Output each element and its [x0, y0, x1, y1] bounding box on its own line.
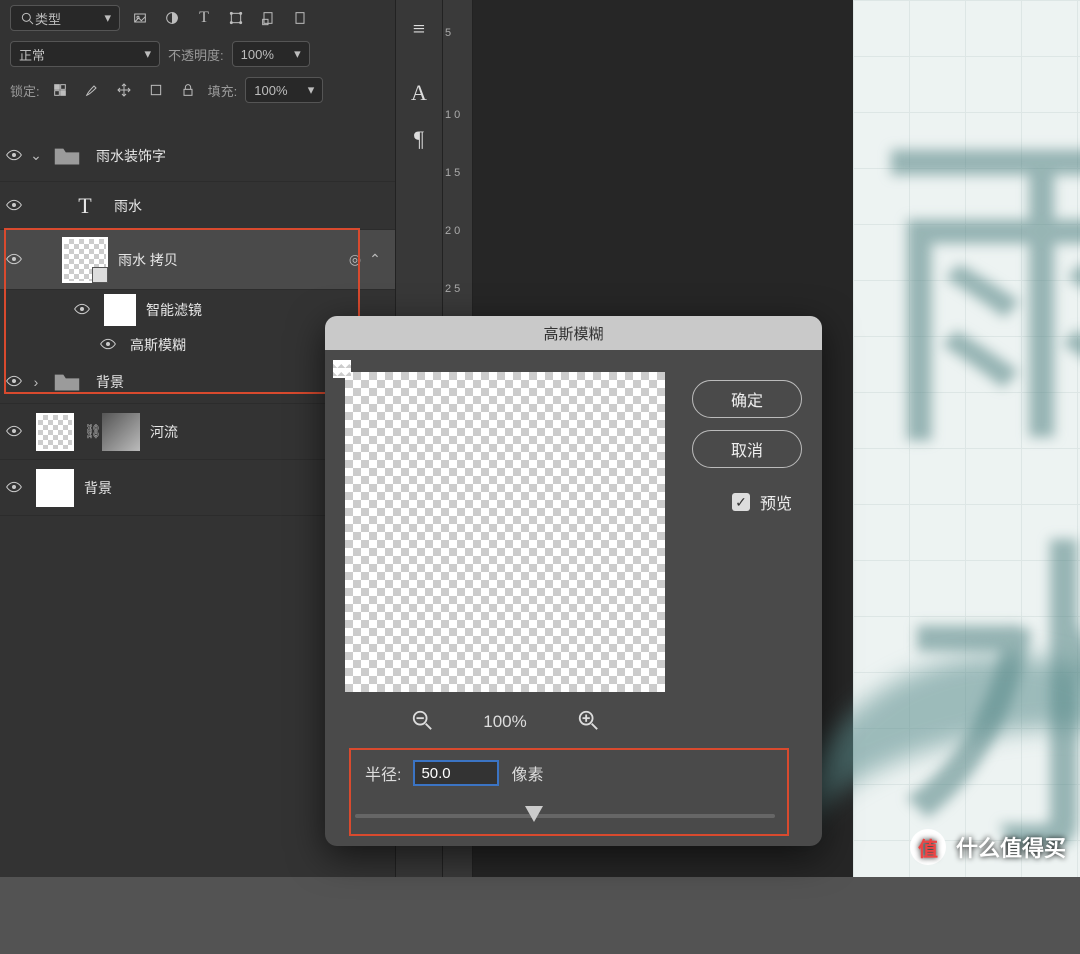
layer-name: 雨水: [114, 196, 385, 216]
filter-name: 高斯模糊: [130, 335, 186, 355]
radius-input[interactable]: [413, 760, 499, 786]
blend-mode-dropdown[interactable]: 正常 ▾: [10, 41, 160, 67]
watermark: 值 什么值得买: [910, 829, 1066, 865]
zoom-in-button[interactable]: [577, 709, 599, 736]
filter-shape-icon[interactable]: [224, 7, 248, 29]
filter-adjust-icon[interactable]: [160, 7, 184, 29]
visibility-toggle[interactable]: [70, 302, 94, 318]
checkbox-icon[interactable]: ✓: [732, 493, 750, 511]
filter-type-dropdown[interactable]: 类型 ▾: [10, 5, 120, 31]
visibility-toggle[interactable]: [0, 252, 28, 268]
layer-filter-row: 类型 ▾ T: [0, 0, 395, 36]
zoom-percent: 100%: [483, 712, 526, 732]
radius-label: 半径:: [365, 761, 401, 785]
smart-filter-icon[interactable]: ◎: [345, 251, 365, 268]
lock-move-icon[interactable]: [112, 79, 136, 101]
collapse-icon[interactable]: ⌃: [365, 251, 385, 268]
preview-corner: [333, 360, 351, 378]
radius-slider[interactable]: [355, 804, 775, 828]
filter-pixel-icon[interactable]: [128, 7, 152, 29]
dialog-preview[interactable]: [345, 372, 665, 692]
slider-track: [355, 814, 775, 818]
mask-thumb[interactable]: [102, 413, 140, 451]
fill-input[interactable]: 100% ▾: [245, 77, 323, 103]
layer-name: 雨水 拷贝: [118, 250, 345, 270]
layer-smart-rain-copy[interactable]: 雨水 拷贝 ◎ ⌃: [0, 230, 395, 290]
smart-filter-label: 智能滤镜: [146, 300, 202, 320]
filter-mask-thumb[interactable]: [104, 294, 136, 326]
lock-artboard-icon[interactable]: [144, 79, 168, 101]
group-twisty-icon[interactable]: ⌄: [28, 147, 44, 164]
gaussian-blur-dialog: 高斯模糊 确定 取消 ✓ 预览 100% 半径: 像素: [325, 316, 822, 846]
zoom-out-button[interactable]: [411, 709, 433, 736]
radius-unit: 像素: [511, 761, 543, 785]
opacity-input[interactable]: 100% ▾: [232, 41, 310, 67]
visibility-toggle[interactable]: [96, 337, 120, 353]
ruler-tick: 2 0: [445, 226, 460, 238]
layer-thumb: [36, 469, 74, 507]
layer-group-rain-deco[interactable]: ⌄ 雨水装饰字: [0, 130, 395, 182]
filter-toggle-icon[interactable]: [288, 7, 312, 29]
ruler-tick: 1 0: [445, 110, 460, 122]
dialog-title: 高斯模糊: [325, 316, 822, 350]
text-layer-icon: T: [66, 187, 104, 225]
visibility-toggle[interactable]: [0, 374, 28, 390]
preview-label: 预览: [760, 490, 792, 514]
layer-text-rain[interactable]: T 雨水: [0, 182, 395, 230]
visibility-toggle[interactable]: [0, 480, 28, 496]
visibility-toggle[interactable]: [0, 198, 28, 214]
filter-smart-icon[interactable]: [256, 7, 280, 29]
document: 雨 水: [853, 0, 1080, 877]
smart-object-thumb: [62, 237, 108, 283]
ok-button[interactable]: 确定: [692, 380, 802, 418]
opacity-label: 不透明度:: [168, 45, 224, 64]
paragraph-icon[interactable]: ¶: [414, 126, 424, 152]
blend-mode-value: 正常: [19, 45, 45, 64]
ruler-tick: 1 5: [445, 168, 460, 180]
filter-type-label: 类型: [35, 9, 61, 28]
lock-trans-icon[interactable]: [48, 79, 72, 101]
fill-value: 100%: [254, 83, 287, 98]
folder-icon: [48, 363, 86, 401]
layer-thumb: [36, 413, 74, 451]
lock-paint-icon[interactable]: [80, 79, 104, 101]
fill-label: 填充:: [208, 81, 238, 100]
folder-icon: [48, 137, 86, 175]
group-twisty-icon[interactable]: ›: [28, 374, 44, 390]
character-panel-icon[interactable]: A: [411, 80, 427, 106]
preview-checkbox-row[interactable]: ✓ 预览: [732, 490, 792, 514]
watermark-text: 什么值得买: [956, 831, 1066, 863]
link-icon[interactable]: ⛓: [84, 423, 98, 440]
opacity-value: 100%: [241, 47, 274, 62]
paragraph-panel-icon[interactable]: ≡: [413, 16, 425, 42]
radius-row: 半径: 像素: [365, 760, 665, 786]
lock-label: 锁定:: [10, 81, 40, 100]
lock-fill-row: 锁定: 填充: 100% ▾: [0, 72, 395, 108]
watermark-badge: 值: [910, 829, 946, 865]
zoom-row: 100%: [345, 702, 665, 742]
layer-name: 雨水装饰字: [96, 146, 385, 166]
visibility-toggle[interactable]: [0, 148, 28, 164]
visibility-toggle[interactable]: [0, 424, 28, 440]
cancel-button[interactable]: 取消: [692, 430, 802, 468]
ruler-tick: 2 5: [445, 284, 460, 296]
lock-all-icon[interactable]: [176, 79, 200, 101]
filter-type-icon[interactable]: T: [192, 7, 216, 29]
ruler-tick: 5: [445, 28, 451, 40]
blend-opacity-row: 正常 ▾ 不透明度: 100% ▾: [0, 36, 395, 72]
